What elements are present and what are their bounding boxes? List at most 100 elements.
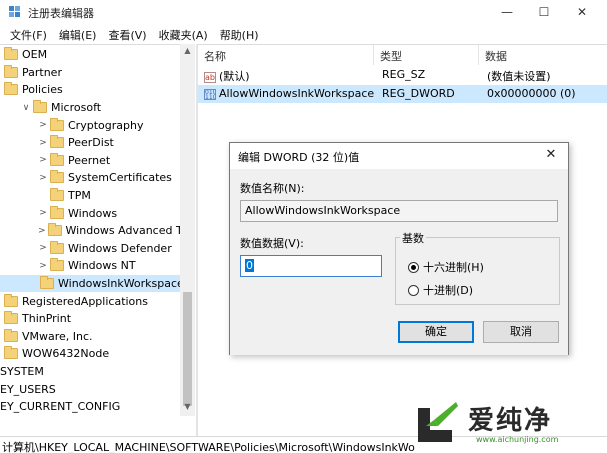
- dword-value-icon: 010 110: [204, 88, 216, 100]
- tree-item-label: Microsoft: [51, 101, 102, 115]
- folder-icon: [33, 100, 47, 114]
- tree-item[interactable]: > Peernet: [0, 152, 180, 170]
- ok-button[interactable]: 确定: [398, 321, 474, 343]
- value-type: REG_DWORD: [382, 87, 455, 100]
- folder-icon: [50, 117, 64, 131]
- menu-favorites[interactable]: 收藏夹(A): [153, 24, 214, 44]
- chevron-right-icon[interactable]: >: [38, 120, 48, 130]
- folder-icon: [4, 47, 18, 61]
- tree-item[interactable]: WindowsInkWorkspace: [0, 274, 184, 293]
- radio-hex[interactable]: 十六进制(H): [408, 259, 484, 275]
- chevron-right-icon[interactable]: >: [38, 226, 46, 236]
- tree-scrollbar[interactable]: ▲ ▼: [180, 44, 195, 416]
- watermark: 爱纯净 www.aichunjing.com: [416, 398, 607, 453]
- tree-item-label: Windows Advanced Thr: [65, 224, 195, 238]
- tree-item-label: SystemCertificates: [68, 171, 172, 185]
- edit-dword-dialog: 编辑 DWORD (32 位)值 ✕ 数值名称(N): AllowWindows…: [229, 142, 569, 355]
- minimize-button[interactable]: —: [490, 0, 524, 24]
- chevron-right-icon[interactable]: >: [38, 208, 48, 218]
- close-button[interactable]: ✕: [565, 0, 599, 24]
- menu-edit[interactable]: 编辑(E): [53, 24, 103, 44]
- menu-file[interactable]: 文件(F): [4, 24, 53, 44]
- tree-item-label: EY_USERS: [0, 382, 56, 396]
- scrollbar-thumb[interactable]: [183, 292, 192, 406]
- value-data-label: 数值数据(V):: [240, 237, 304, 250]
- value-row[interactable]: ab (默认) REG_SZ (数值未设置): [198, 66, 607, 84]
- tree-item[interactable]: > Windows Defender: [0, 240, 180, 258]
- value-data-text: 0: [245, 259, 254, 272]
- value-name: AllowWindowsInkWorkspace: [219, 87, 375, 100]
- tree-item[interactable]: RegisteredApplications: [0, 292, 180, 310]
- base-label: 基数: [400, 230, 426, 246]
- tree-item[interactable]: > SystemCertificates: [0, 169, 180, 187]
- tree-item[interactable]: ThinPrint: [0, 310, 180, 328]
- tree-item[interactable]: > PeerDist: [0, 134, 180, 152]
- folder-icon: [50, 188, 64, 202]
- tree-item[interactable]: OEM: [0, 46, 180, 64]
- dialog-body: 数值名称(N): AllowWindowsInkWorkspace 数值数据(V…: [230, 169, 568, 355]
- tree-item-label: Peernet: [68, 153, 111, 167]
- chevron-right-icon[interactable]: >: [38, 173, 48, 183]
- tree-item-label: TPM: [68, 189, 91, 203]
- tree-item[interactable]: > Cryptography: [0, 116, 180, 134]
- tree-item[interactable]: TPM: [0, 187, 180, 205]
- cancel-button[interactable]: 取消: [483, 321, 559, 343]
- radio-hex-label: 十六进制(H): [423, 261, 484, 274]
- tree-item-label: PeerDist: [68, 136, 114, 150]
- column-header-data[interactable]: 数据: [479, 45, 607, 65]
- value-name-field: AllowWindowsInkWorkspace: [240, 200, 558, 222]
- scroll-down-icon[interactable]: ▼: [180, 400, 195, 414]
- window-title: 注册表编辑器: [28, 7, 94, 20]
- dialog-close-icon[interactable]: ✕: [538, 145, 564, 165]
- tree-item[interactable]: Policies: [0, 81, 180, 99]
- radio-hex-indicator[interactable]: [408, 261, 419, 273]
- column-header-name[interactable]: 名称: [198, 45, 374, 65]
- chevron-right-icon[interactable]: >: [38, 243, 48, 253]
- value-data-input[interactable]: 0: [240, 255, 382, 277]
- tree-item[interactable]: Partner: [0, 64, 180, 82]
- tree-item-label: Windows NT: [68, 259, 136, 273]
- radio-dec[interactable]: 十进制(D): [408, 282, 473, 298]
- tree-item[interactable]: WOW6432Node: [0, 345, 180, 363]
- chevron-right-icon[interactable]: >: [38, 138, 48, 148]
- folder-icon: [4, 82, 18, 96]
- column-header-type[interactable]: 类型: [374, 45, 479, 65]
- tree-item[interactable]: EY_CURRENT_CONFIG: [0, 398, 180, 416]
- tree-item[interactable]: > Windows NT: [0, 257, 180, 275]
- menu-help[interactable]: 帮助(H): [214, 24, 265, 44]
- tree-item[interactable]: SYSTEM: [0, 363, 180, 381]
- folder-icon: [4, 311, 18, 325]
- chevron-right-icon[interactable]: >: [38, 261, 48, 271]
- watermark-text: 爱纯净: [468, 406, 553, 436]
- folder-icon: [50, 170, 64, 184]
- value-type: REG_SZ: [382, 68, 426, 81]
- tree-item-label: Windows: [68, 206, 118, 220]
- tree-item-label: Windows Defender: [68, 241, 172, 255]
- tree-item[interactable]: EY_USERS: [0, 380, 180, 398]
- scroll-up-icon[interactable]: ▲: [180, 44, 195, 58]
- folder-icon: [50, 152, 64, 166]
- tree-item[interactable]: > Windows: [0, 204, 180, 222]
- tree-item-label: OEM: [22, 48, 48, 62]
- value-data: 0x00000000 (0): [487, 87, 576, 100]
- folder-icon: [50, 258, 64, 272]
- tree-item[interactable]: ∨ Microsoft: [0, 99, 180, 117]
- maximize-button[interactable]: ☐: [527, 0, 561, 24]
- folder-icon: [40, 276, 54, 290]
- tree-item-label: Policies: [22, 83, 63, 97]
- tree-item-label: EY_CURRENT_CONFIG: [0, 400, 121, 414]
- tree-item-label: Partner: [22, 65, 62, 79]
- value-name: (默认): [219, 70, 250, 83]
- value-row-selected[interactable]: 010 110 AllowWindowsInkWorkspace REG_DWORD…: [198, 85, 607, 103]
- folder-icon: [4, 293, 18, 307]
- tree-item-label: WindowsInkWorkspace: [58, 277, 184, 291]
- chevron-down-icon[interactable]: ∨: [21, 103, 31, 113]
- menu-view[interactable]: 查看(V): [102, 24, 152, 44]
- folder-icon: [50, 240, 64, 254]
- tree-item-label: RegisteredApplications: [22, 294, 148, 308]
- tree-item-label: WOW6432Node: [22, 347, 110, 361]
- radio-dec-indicator[interactable]: [408, 284, 419, 296]
- tree-item[interactable]: > Windows Advanced Thr: [0, 222, 194, 240]
- chevron-right-icon[interactable]: >: [38, 155, 48, 165]
- tree-item[interactable]: VMware, Inc.: [0, 328, 180, 346]
